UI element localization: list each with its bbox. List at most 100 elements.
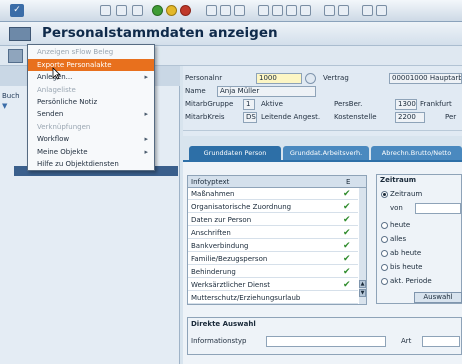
tab-abrechn-brutto-netto[interactable]: Abrechn.Brutto/Netto — [371, 146, 462, 160]
table-row[interactable]: Daten zur Person ✔ — [188, 214, 358, 226]
overview-icon[interactable] — [8, 49, 23, 63]
table-row[interactable]: Mutterschutz/Erziehungsurlaub — [188, 292, 358, 304]
radio-zeitraum[interactable] — [381, 191, 388, 198]
services-context-menu: Anzeigen sFlow Beleg Exporte Personalakt… — [27, 44, 155, 171]
persber-label: PersBer. — [334, 100, 363, 108]
table-row[interactable]: Organisatorische Zuordnung ✔ — [188, 201, 358, 213]
art-field[interactable] — [422, 336, 460, 347]
direkte-auswahl-group: Direkte Auswahl Informationstyp Art — [187, 317, 462, 355]
next-page-icon[interactable] — [286, 5, 297, 16]
menu-item-anlageliste[interactable]: Anlageliste — [28, 84, 154, 96]
search-help-icon[interactable] — [305, 73, 316, 84]
informationstyp-field[interactable] — [266, 336, 386, 347]
buch-label: Buch — [2, 92, 20, 100]
zeitraum-group: Zeitraum Zeitraum von heute alles ab heu… — [376, 174, 462, 304]
mitarbgruppe-text: Aktive — [261, 100, 283, 108]
last-page-icon[interactable] — [300, 5, 311, 16]
tab-grunddat-arbeitsverh[interactable]: Grunddat.Arbeitsverh. — [283, 146, 369, 160]
find-icon[interactable] — [220, 5, 231, 16]
table-row[interactable]: Anschriften ✔ — [188, 227, 358, 239]
checkmark-icon: ✔ — [343, 267, 351, 277]
checkmark-icon: ✔ — [343, 241, 351, 251]
table-row[interactable]: Behinderung ✔ — [188, 266, 358, 278]
infotype-table: Infotyptext E Maßnahmen ✔ Organisatorisch… — [187, 175, 367, 305]
tab-strip: Grunddaten Person Grunddat.Arbeitsverh. … — [183, 146, 462, 160]
mitarbkreis-text: Leitende Angest. — [261, 113, 321, 121]
menu-item-anlegen[interactable]: Anlegen... ▸ — [28, 71, 154, 83]
first-page-icon[interactable] — [258, 5, 269, 16]
table-row[interactable]: Familie/Bezugsperson ✔ — [188, 253, 358, 265]
radio-heute-label: heute — [390, 221, 411, 229]
mitarbgruppe-label: MitarbGruppe — [185, 100, 234, 108]
informationstyp-label: Informationstyp — [191, 337, 247, 345]
print-icon[interactable] — [206, 5, 217, 16]
table-scrollbar[interactable]: ▲ ▼ — [359, 188, 366, 304]
cancel-red-icon[interactable] — [180, 5, 191, 16]
table-row[interactable]: Bankverbindung ✔ — [188, 240, 358, 252]
direkte-auswahl-title: Direkte Auswahl — [191, 320, 256, 328]
menu-item-hilfe-objektdienste[interactable]: Hilfe zu Objektdiensten — [28, 158, 154, 170]
mitarbkreis-label: MitarbKreis — [185, 113, 225, 121]
menu-item-meine-objekte[interactable]: Meine Objekte ▸ — [28, 146, 154, 158]
radio-akt-periode-label: akt. Periode — [390, 277, 432, 285]
system-toolbar: ✓ — [0, 0, 462, 22]
layout-icon[interactable] — [376, 5, 387, 16]
scroll-down-icon[interactable]: ▼ — [359, 289, 366, 297]
table-header: Infotyptext E — [188, 176, 366, 188]
tab-grunddaten-person[interactable]: Grunddaten Person — [189, 146, 281, 160]
submenu-arrow-icon: ▸ — [144, 135, 148, 143]
header-divider — [183, 130, 462, 131]
tab-content: Infotyptext E Maßnahmen ✔ Organisatorisch… — [183, 160, 462, 364]
prev-page-icon[interactable] — [272, 5, 283, 16]
mitarbgruppe-code: 1 — [243, 99, 255, 110]
back-icon[interactable] — [132, 5, 143, 16]
checkmark-icon: ✔ — [343, 215, 351, 225]
scroll-up-icon[interactable]: ▲ — [359, 280, 366, 288]
tree-expander-icon[interactable]: ▼ — [2, 102, 7, 110]
menu-item-workflow[interactable]: Workflow ▸ — [28, 133, 154, 145]
radio-alles-label: alles — [390, 235, 407, 243]
persber-code: 1300 — [395, 99, 417, 110]
radio-bis-heute[interactable] — [381, 264, 388, 271]
menu-item-exporte-personalakte[interactable]: Exporte Personalakte — [28, 59, 154, 71]
menu-item-anzeigen-sflow[interactable]: Anzeigen sFlow Beleg — [28, 46, 154, 58]
personalnr-field[interactable]: 1000 — [256, 73, 302, 84]
save-icon[interactable] — [116, 5, 127, 16]
art-label: Art — [401, 337, 412, 345]
menu-item-persoenliche-notiz[interactable]: Persönliche Notiz — [28, 96, 154, 108]
von-date-field[interactable] — [415, 203, 461, 214]
title-bar: Personalstammdaten anzeigen — [0, 22, 462, 46]
radio-akt-periode[interactable] — [381, 278, 388, 285]
radio-bis-heute-label: bis heute — [390, 263, 423, 271]
von-label: von — [390, 204, 403, 212]
table-row[interactable]: Maßnahmen ✔ — [188, 188, 358, 200]
table-row[interactable]: Werksärztlicher Dienst ✔ — [188, 279, 358, 291]
shortcut-icon[interactable] — [338, 5, 349, 16]
mitarbkreis-code: DS — [243, 112, 257, 123]
radio-heute[interactable] — [381, 222, 388, 229]
help-icon[interactable] — [362, 5, 373, 16]
exit-yellow-icon[interactable] — [166, 5, 177, 16]
radio-ab-heute-label: ab heute — [390, 249, 422, 257]
employee-header: Personalnr 1000 Vertrag 00001000 Hauptar… — [183, 66, 462, 136]
menu-item-senden[interactable]: Senden ▸ — [28, 108, 154, 120]
name-field: Anja Müller — [217, 86, 316, 97]
zeitraum-title: Zeitraum — [380, 176, 417, 184]
services-for-object-icon[interactable] — [9, 27, 31, 41]
radio-alles[interactable] — [381, 236, 388, 243]
radio-ab-heute[interactable] — [381, 250, 388, 257]
checkmark-icon: ✔ — [343, 202, 351, 212]
radio-zeitraum-label: Zeitraum — [390, 190, 423, 198]
auswahl-button[interactable]: Auswahl — [414, 292, 462, 303]
enter-checkmark-icon[interactable]: ✓ — [10, 4, 24, 17]
checkmark-icon: ✔ — [343, 254, 351, 264]
menu-item-verknuepfungen[interactable]: Verknüpfungen — [28, 121, 154, 133]
checkmark-icon: ✔ — [343, 280, 351, 290]
infotyptext-header: Infotyptext — [191, 178, 230, 186]
personalnr-label: Personalnr — [185, 74, 223, 82]
command-field-icon[interactable] — [100, 5, 111, 16]
find-next-icon[interactable] — [234, 5, 245, 16]
back-green-icon[interactable] — [152, 5, 163, 16]
new-session-icon[interactable] — [324, 5, 335, 16]
kostenstelle-label: Kostenstelle — [334, 113, 377, 121]
